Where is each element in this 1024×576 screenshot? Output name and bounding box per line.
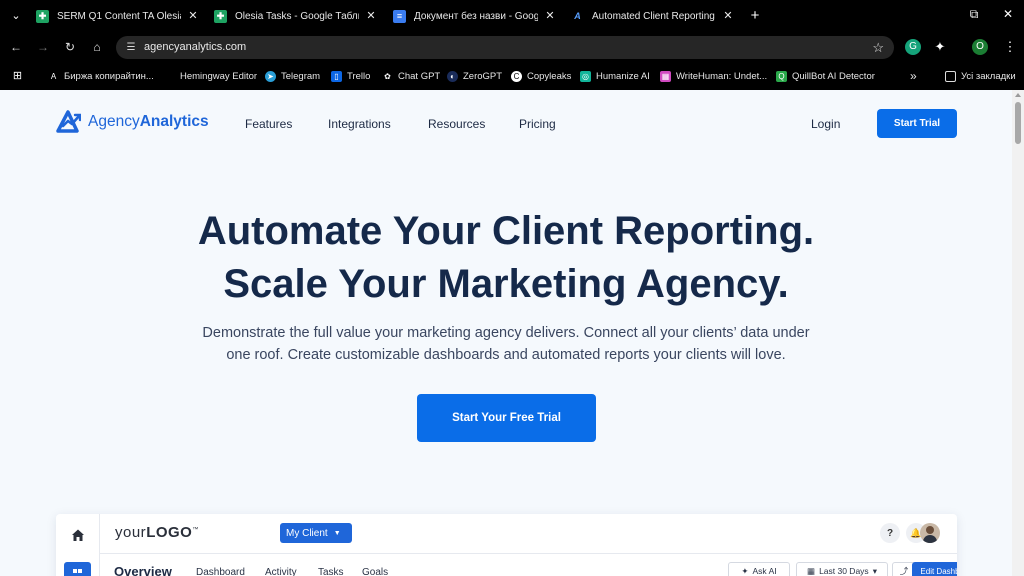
scrollbar-thumb[interactable]: [1015, 102, 1021, 144]
browser-tab-4-active[interactable]: A Automated Client Reporting fo ✕: [571, 5, 735, 27]
hero-headline: Automate Your Client Reporting. Scale Yo…: [197, 209, 815, 306]
ask-ai-button: ✦ Ask AI: [728, 562, 790, 576]
browser-tab-3[interactable]: ≡ Документ без назви - Google ✕: [393, 5, 557, 27]
dashboard-subbar: Overview Dashboard Activity Tasks Goals …: [100, 554, 957, 576]
start-free-trial-button[interactable]: Start Your Free Trial: [417, 394, 596, 442]
bookmarks-bar: ⊞ A Биржа копирайтин... Hemingway Editor…: [0, 62, 1024, 90]
tab-search-chevron-icon[interactable]: ⌄: [8, 8, 24, 24]
apps-grid-icon[interactable]: ⊞: [12, 69, 28, 83]
browser-tab-2[interactable]: ✚ Olesia Tasks - Google Таблиці ✕: [214, 5, 378, 27]
edit-dashboard-button: Edit Dashboard: [912, 562, 957, 576]
url-text[interactable]: agencyanalytics.com: [144, 41, 246, 53]
dashboard-grid-icon: [64, 562, 91, 576]
nav-features[interactable]: Features: [245, 117, 292, 131]
apps-grid-icon: ⊞: [12, 69, 23, 82]
close-tab-icon[interactable]: ✕: [186, 9, 200, 23]
site-info-icon[interactable]: ☰: [124, 41, 138, 55]
user-avatar: [920, 523, 940, 543]
close-window-icon[interactable]: ✕: [1000, 7, 1016, 21]
login-link[interactable]: Login: [811, 117, 840, 131]
browser-tab-1[interactable]: ✚ SERM Q1 Content TA Olesia - G ✕: [36, 5, 200, 27]
caret-down-icon: ▾: [872, 565, 877, 576]
nav-integrations[interactable]: Integrations: [328, 117, 391, 131]
date-range-selector: ▦ Last 30 Days ▾: [796, 562, 888, 576]
telegram-icon: ➤: [265, 70, 276, 82]
home-icon[interactable]: ⌂: [89, 39, 105, 55]
home-icon: [72, 529, 84, 541]
page-scrollbar[interactable]: [1012, 90, 1024, 576]
writehuman-icon: ▦: [660, 70, 671, 82]
minimize-icon[interactable]: ⧉: [966, 7, 982, 22]
more-bookmarks-chevron-icon[interactable]: »: [910, 69, 917, 83]
forward-arrow-icon[interactable]: →: [35, 39, 51, 55]
new-tab-plus-icon[interactable]: +: [747, 7, 763, 24]
hero-subtext: Demonstrate the full value your marketin…: [202, 325, 810, 363]
all-bookmarks-folder[interactable]: Усі закладки: [945, 69, 1016, 83]
sheets-icon: ✚: [36, 9, 49, 23]
grammarly-extension-icon[interactable]: G: [905, 39, 921, 55]
chatgpt-icon: ✿: [384, 71, 391, 81]
nav-resources[interactable]: Resources: [428, 117, 485, 131]
a-letter-icon: A: [50, 71, 57, 81]
scroll-up-arrow-icon[interactable]: [1015, 93, 1021, 97]
tab-dashboard: Dashboard: [196, 567, 245, 576]
quillbot-icon: Q: [776, 70, 787, 82]
bookmark-item[interactable]: Hemingway Editor: [180, 69, 257, 83]
sparkle-icon: ✦: [741, 565, 749, 576]
close-tab-icon[interactable]: ✕: [364, 9, 378, 23]
logo-wordmark: AgencyAnalytics: [88, 113, 209, 130]
back-arrow-icon[interactable]: ←: [8, 39, 24, 55]
sheets-icon: ✚: [214, 9, 227, 23]
agencyanalytics-logo[interactable]: AgencyAnalytics: [55, 108, 209, 136]
docs-icon: ≡: [393, 9, 406, 23]
help-icon: ?: [880, 523, 900, 543]
address-bar[interactable]: ☰ agencyanalytics.com ☆: [116, 36, 894, 59]
calendar-icon: ▦: [807, 565, 816, 576]
bookmark-star-icon[interactable]: ☆: [872, 40, 884, 56]
site-header: AgencyAnalytics Features Integrations Re…: [0, 90, 1012, 158]
humanize-ai-icon: ◎: [580, 70, 591, 82]
client-selector-button: My Client ▼: [280, 523, 352, 543]
caret-down-icon: ▼: [333, 529, 341, 537]
close-tab-icon[interactable]: ✕: [721, 9, 735, 23]
bookmark-item[interactable]: ➤ Telegram: [265, 69, 320, 83]
browser-menu-icon[interactable]: ⋮: [1002, 39, 1018, 55]
web-page: AgencyAnalytics Features Integrations Re…: [0, 90, 1012, 576]
dashboard-topbar: yourLOGO™ My Client ▼ ? 🔔: [100, 514, 957, 554]
bookmark-item[interactable]: ◐ ZeroGPT: [447, 69, 502, 83]
zerogpt-icon: ◐: [447, 70, 458, 82]
agencyanalytics-logo-icon: [56, 110, 81, 133]
folder-icon: [945, 70, 956, 82]
tab-tasks: Tasks: [318, 567, 344, 576]
close-tab-icon[interactable]: ✕: [543, 9, 557, 23]
tab-goals: Goals: [362, 567, 389, 576]
bookmark-item[interactable]: Q QuillBot AI Detector: [776, 69, 875, 83]
bookmark-item[interactable]: ◎ Humanize AI: [580, 69, 650, 83]
tab-activity: Activity: [265, 567, 297, 576]
bookmark-item[interactable]: C Copyleaks: [511, 69, 571, 83]
copyleaks-icon: C: [511, 70, 522, 82]
profile-avatar[interactable]: O: [972, 39, 988, 55]
extensions-puzzle-icon[interactable]: ✦: [932, 39, 948, 55]
bookmark-item[interactable]: ✿ Chat GPT: [382, 69, 440, 83]
trello-icon: ▯: [331, 70, 342, 82]
dashboard-preview: yourLOGO™ My Client ▼ ? 🔔 Overview Dashb…: [56, 514, 957, 576]
reload-icon[interactable]: ↻: [62, 39, 78, 55]
bookmark-item[interactable]: A Биржа копирайтин...: [48, 69, 154, 83]
browser-toolbar: ← → ↻ ⌂ ☰ agencyanalytics.com ☆ G ✦ O ⋮: [0, 32, 1024, 62]
your-logo-placeholder: yourLOGO™: [115, 524, 199, 541]
bookmark-item[interactable]: ▦ WriteHuman: Undet...: [660, 69, 767, 83]
bookmark-item[interactable]: ▯ Trello: [331, 69, 370, 83]
dashboard-title: Overview: [114, 564, 172, 576]
nav-pricing[interactable]: Pricing: [519, 117, 556, 131]
tab-strip: ⌄ ✚ SERM Q1 Content TA Olesia - G ✕ ✚ Ol…: [0, 0, 1024, 32]
agencyanalytics-icon: A: [574, 11, 581, 21]
start-trial-button[interactable]: Start Trial: [877, 109, 957, 138]
dashboard-sidebar: [56, 514, 100, 576]
